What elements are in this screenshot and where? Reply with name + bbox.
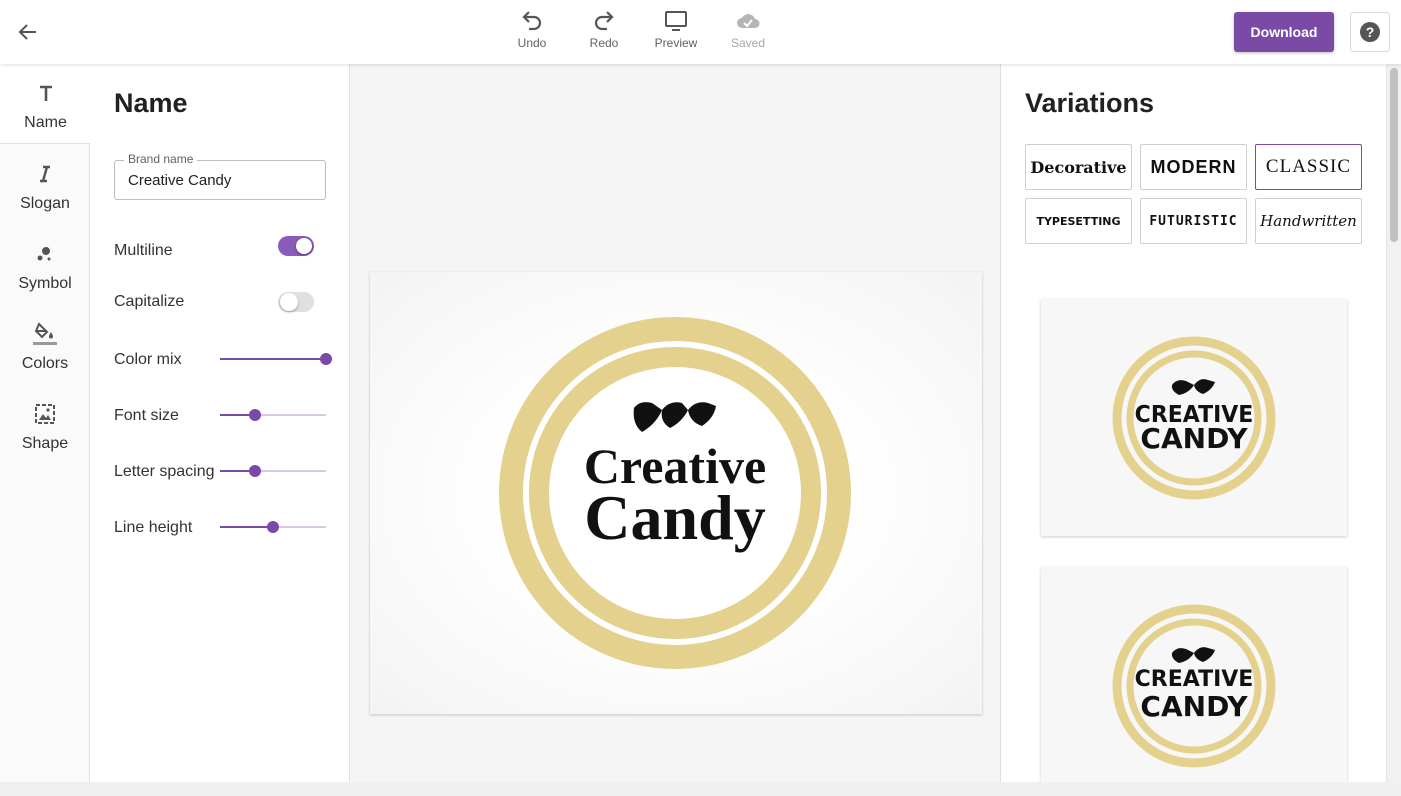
cloud-check-icon (737, 14, 760, 28)
style-futuristic-button[interactable]: FUTURISTIC (1140, 198, 1247, 244)
logo-line-2: Candy (584, 482, 765, 553)
bottom-strip (0, 782, 1401, 796)
style-classic-button[interactable]: CLASSIC (1255, 144, 1362, 190)
image-frame-icon (35, 404, 55, 424)
line-height-slider[interactable] (220, 521, 326, 533)
panel-title: Name (114, 88, 188, 118)
download-button[interactable]: Download (1234, 12, 1334, 52)
font-size-label: Font size (114, 407, 179, 424)
brand-name-input[interactable] (115, 161, 325, 199)
sidebar-item-shape[interactable]: Shape (0, 385, 90, 465)
italic-icon (40, 165, 50, 183)
monitor-icon (665, 11, 687, 31)
redo-label: Redo (589, 36, 619, 50)
saved-status: Saved (718, 8, 778, 56)
sidebar-item-label: Colors (21, 355, 69, 372)
arrow-left-icon (18, 24, 36, 40)
help-icon: ? (1360, 22, 1380, 42)
editor-sidebar: Name Slogan Symbol Colors Shape (0, 64, 91, 782)
variation-preview-card[interactable]: CREATIVE CANDY (1041, 567, 1347, 782)
name-properties-panel: Name Brand name Multiline Capitalize Col… (90, 64, 350, 782)
sidebar-item-symbol[interactable]: Symbol (0, 225, 90, 305)
saved-label: Saved (730, 36, 766, 50)
variations-title: Variations (1025, 88, 1155, 118)
style-typesetting-button[interactable]: TYPESETTING (1025, 198, 1132, 244)
variations-scrollbar[interactable] (1386, 64, 1401, 782)
text-icon (39, 85, 52, 101)
redo-button[interactable]: Redo (574, 8, 634, 56)
variation-line-2: CANDY (1140, 690, 1248, 723)
letter-spacing-label: Letter spacing (114, 463, 215, 480)
design-canvas: Creative Candy (351, 64, 1000, 782)
multiline-toggle[interactable] (278, 236, 314, 256)
sidebar-item-label: Name (24, 114, 67, 131)
back-button[interactable] (10, 14, 46, 50)
color-mix-slider[interactable] (220, 353, 332, 365)
sidebar-item-name[interactable]: Name (0, 64, 91, 144)
help-button[interactable]: ? (1350, 12, 1390, 52)
sidebar-item-label: Symbol (18, 275, 72, 292)
color-mix-label: Color mix (114, 351, 182, 368)
variations-panel: Variations Decorative MODERN CLASSIC TYP… (1000, 64, 1386, 782)
style-modern-button[interactable]: MODERN (1140, 144, 1247, 190)
candy-icon (633, 402, 716, 432)
brand-name-label: Brand name (124, 152, 198, 166)
brand-name-field: Brand name (114, 152, 326, 200)
dots-icon (37, 247, 51, 261)
sidebar-item-colors[interactable]: Colors (0, 305, 90, 385)
style-decorative-button[interactable]: Decorative (1025, 144, 1132, 190)
undo-button[interactable]: Undo (502, 8, 562, 56)
undo-label: Undo (517, 36, 547, 50)
logo-graphic: Creative Candy (499, 317, 851, 669)
line-height-label: Line height (114, 519, 193, 536)
variation-preview-card[interactable]: CREATIVE CANDY (1041, 299, 1347, 536)
variation-logo: CREATIVE CANDY (1112, 604, 1276, 767)
capitalize-label: Capitalize (114, 293, 185, 310)
sidebar-item-slogan[interactable]: Slogan (0, 145, 90, 225)
undo-icon (522, 11, 542, 31)
multiline-label: Multiline (114, 242, 173, 259)
variation-line-2: CANDY (1140, 422, 1248, 455)
variation-logo: CREATIVE CANDY (1112, 336, 1276, 499)
letter-spacing-slider[interactable] (220, 465, 326, 477)
logo-artboard[interactable]: Creative Candy (370, 272, 982, 714)
preview-label: Preview (654, 36, 698, 50)
variation-line-1: CREATIVE (1135, 667, 1254, 692)
paint-bucket-icon (33, 322, 57, 345)
sidebar-item-label: Shape (21, 435, 69, 452)
font-size-slider[interactable] (220, 409, 326, 421)
svg-text:?: ? (1366, 24, 1375, 40)
sidebar-item-label: Slogan (20, 195, 70, 212)
top-toolbar: Undo Redo Preview Saved Download ? (0, 0, 1401, 64)
preview-button[interactable]: Preview (646, 8, 706, 56)
capitalize-toggle[interactable] (278, 292, 314, 312)
redo-icon (594, 11, 614, 31)
style-handwritten-button[interactable]: Handwritten (1255, 198, 1362, 244)
